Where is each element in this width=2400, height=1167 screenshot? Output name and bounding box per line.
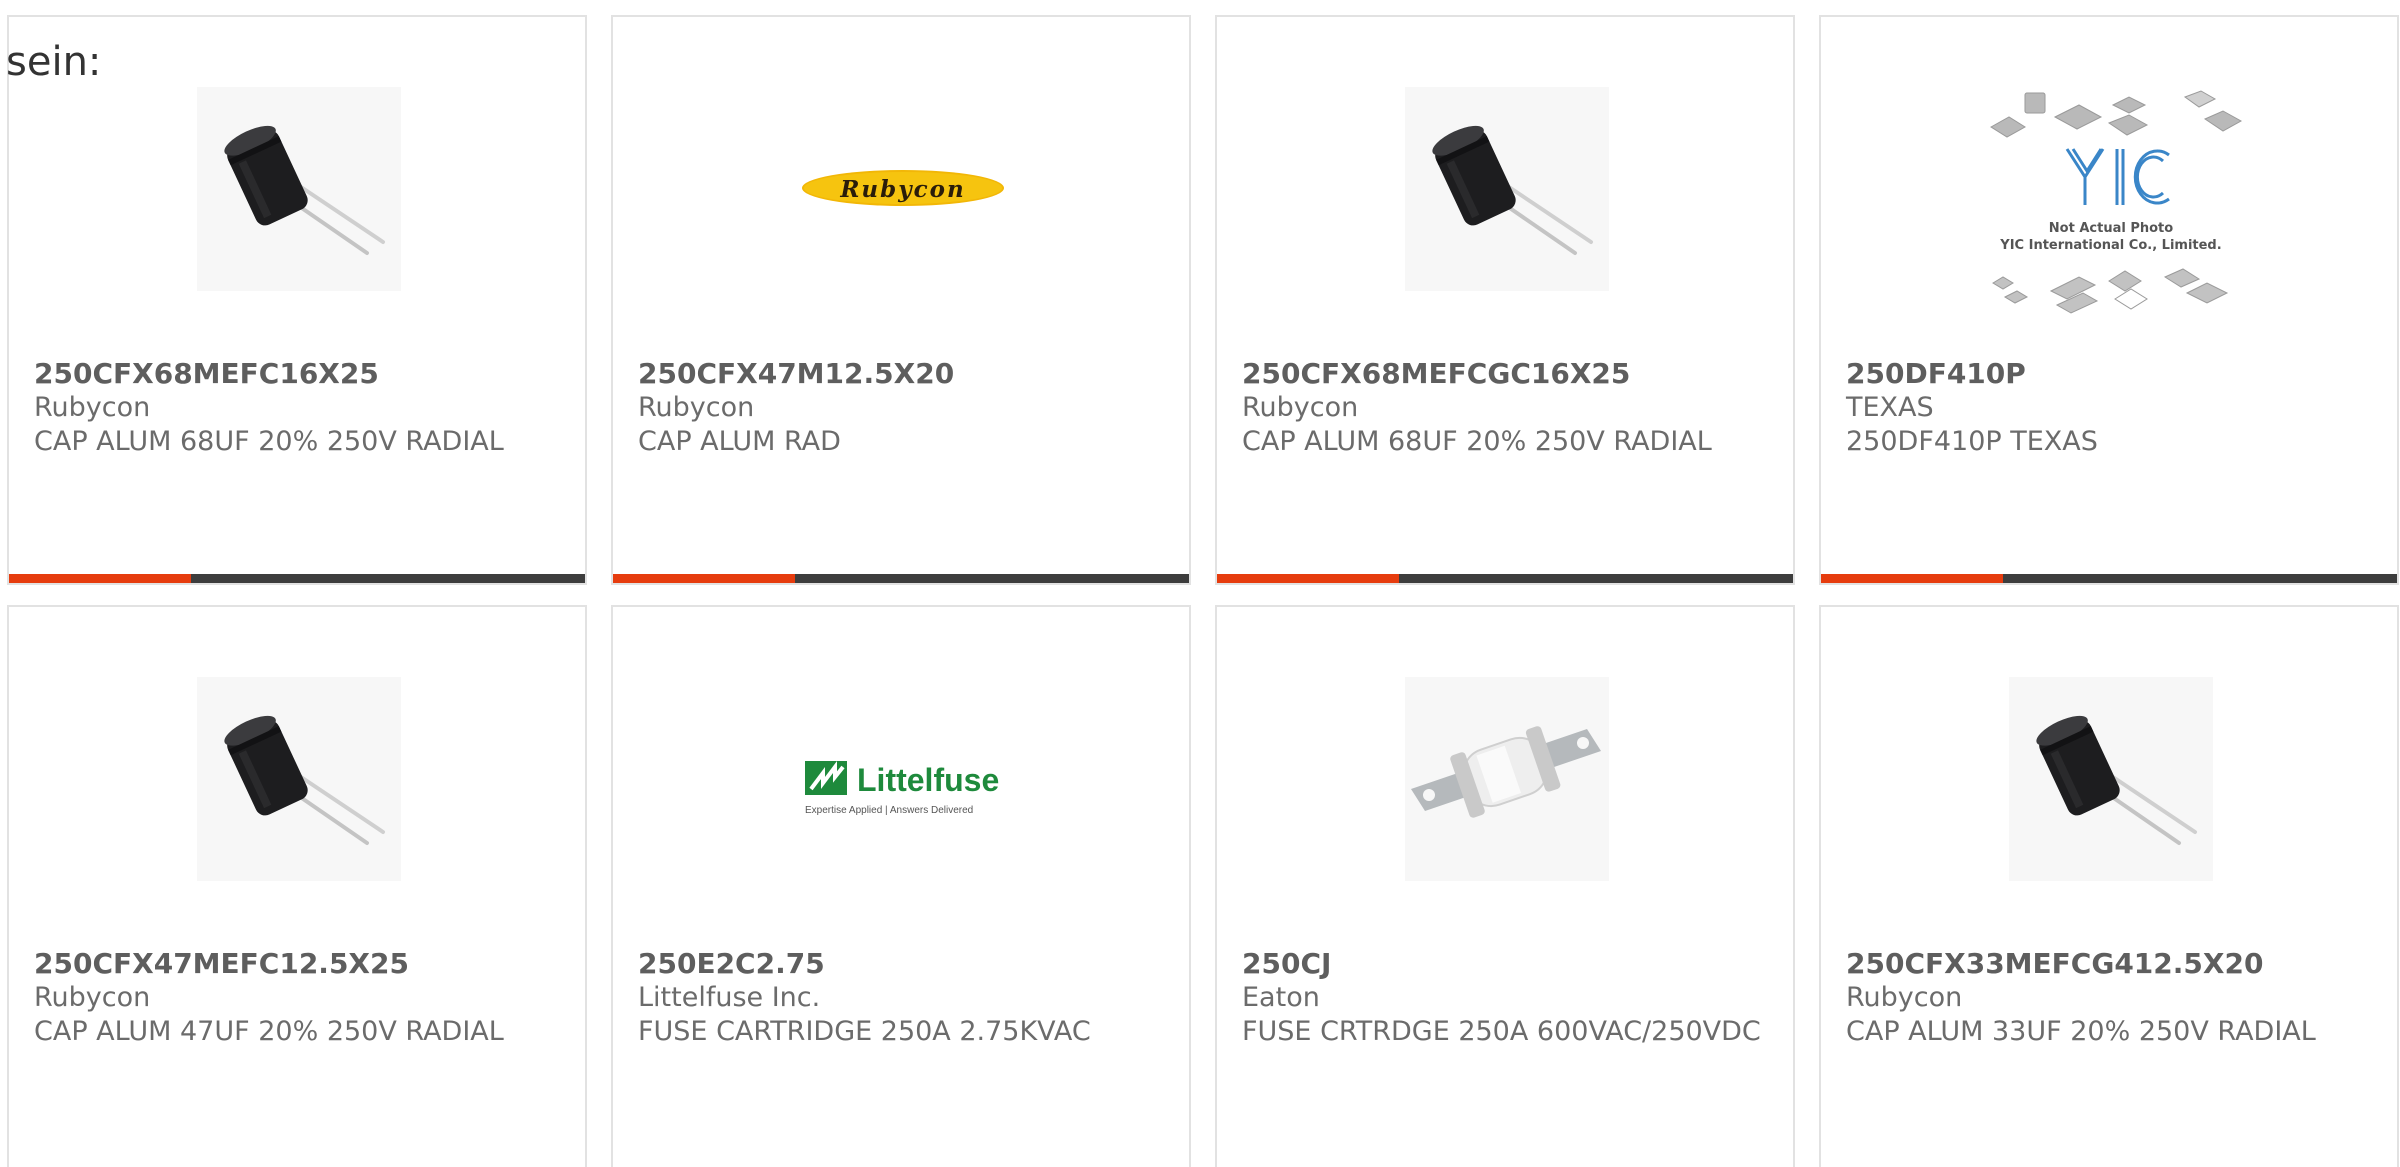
capacitor-image[interactable] [197, 677, 401, 881]
littelfuse-logo-text: Littelfuse [857, 762, 999, 798]
product-info: 250CFX68MEFC16X25 Rubycon CAP ALUM 68UF … [34, 357, 564, 459]
placeholder-caption-2: YIC International Co., Limited. [1999, 238, 2221, 253]
part-number-link[interactable]: 250CFX47M12.5X20 [638, 357, 1168, 391]
littelfuse-tagline: Expertise Applied | Answers Delivered [805, 805, 973, 816]
manufacturer: TEXAS [1846, 392, 1934, 423]
product-card[interactable]: 250CFX68MEFC16X25 Rubycon CAP ALUM 68UF … [7, 15, 587, 585]
intro-text: sein: [6, 39, 102, 85]
card-accent-bar [1217, 574, 1399, 583]
manufacturer: Eaton [1242, 982, 1320, 1013]
manufacturer: Rubycon [638, 392, 755, 423]
manufacturer: Rubycon [34, 982, 151, 1013]
description: CAP ALUM RAD [638, 426, 841, 457]
part-number-link[interactable]: 250DF410P [1846, 357, 2376, 391]
manufacturer: Rubycon [1846, 982, 1963, 1013]
description: CAP ALUM 33UF 20% 250V RADIAL [1846, 1016, 2316, 1047]
card-bottom-bar [1821, 574, 2397, 583]
card-accent-bar [613, 574, 795, 583]
card-accent-bar [1821, 574, 2003, 583]
product-card[interactable]: Littelfuse Expertise Applied | Answers D… [611, 605, 1191, 1167]
product-info: 250CJ Eaton FUSE CRTRDGE 250A 600VAC/250… [1242, 947, 1772, 1049]
product-card[interactable]: Not Actual Photo YIC International Co., … [1819, 15, 2399, 585]
manufacturer: Littelfuse Inc. [638, 982, 821, 1013]
product-grid-page: sein: 250CFX68MEFC16X25 Rubycon CAP ALUM… [0, 0, 2400, 1167]
product-card[interactable]: 250CFX68MEFCGC16X25 Rubycon CAP ALUM 68U… [1215, 15, 1795, 585]
description: FUSE CARTRIDGE 250A 2.75KVAC [638, 1016, 1091, 1047]
description: FUSE CRTRDGE 250A 600VAC/250VDC [1242, 1016, 1761, 1047]
card-bottom-bar [1217, 574, 1793, 583]
part-number-link[interactable]: 250CFX68MEFCGC16X25 [1242, 357, 1772, 391]
manufacturer: Rubycon [1242, 392, 1359, 423]
littelfuse-logo-image[interactable]: Littelfuse Expertise Applied | Answers D… [801, 677, 1005, 881]
product-info: 250CFX47M12.5X20 Rubycon CAP ALUM RAD [638, 357, 1168, 459]
product-card[interactable]: Rubycon 250CFX47M12.5X20 Rubycon CAP ALU… [611, 15, 1191, 585]
product-info: 250DF410P TEXAS 250DF410P TEXAS [1846, 357, 2376, 459]
description: 250DF410P TEXAS [1846, 426, 2098, 457]
description: CAP ALUM 68UF 20% 250V RADIAL [34, 426, 504, 457]
product-info: 250CFX68MEFCGC16X25 Rubycon CAP ALUM 68U… [1242, 357, 1772, 459]
part-number-link[interactable]: 250CJ [1242, 947, 1772, 981]
card-bottom-bar [9, 574, 585, 583]
yic-logo-icon [2065, 148, 2170, 205]
part-number-link[interactable]: 250CFX47MEFC12.5X25 [34, 947, 564, 981]
product-card[interactable]: 250CJ Eaton FUSE CRTRDGE 250A 600VAC/250… [1215, 605, 1795, 1167]
capacitor-image[interactable] [1405, 87, 1609, 291]
description: CAP ALUM 47UF 20% 250V RADIAL [34, 1016, 504, 1047]
part-number-link[interactable]: 250CFX68MEFC16X25 [34, 357, 564, 391]
description: CAP ALUM 68UF 20% 250V RADIAL [1242, 426, 1712, 457]
product-info: 250CFX47MEFC12.5X25 Rubycon CAP ALUM 47U… [34, 947, 564, 1049]
placeholder-caption-1: Not Actual Photo [2049, 221, 2173, 236]
product-info: 250E2C2.75 Littelfuse Inc. FUSE CARTRIDG… [638, 947, 1168, 1049]
product-card[interactable]: 250CFX47MEFC12.5X25 Rubycon CAP ALUM 47U… [7, 605, 587, 1167]
card-bottom-bar [613, 574, 1189, 583]
fuse-image[interactable] [1405, 677, 1609, 881]
yic-placeholder-image[interactable]: Not Actual Photo YIC International Co., … [1979, 87, 2243, 317]
manufacturer: Rubycon [34, 392, 151, 423]
capacitor-image[interactable] [2009, 677, 2213, 881]
part-number-link[interactable]: 250CFX33MEFCG412.5X20 [1846, 947, 2376, 981]
product-info: 250CFX33MEFCG412.5X20 Rubycon CAP ALUM 3… [1846, 947, 2376, 1049]
rubycon-logo-text: Rubycon [839, 176, 965, 203]
card-accent-bar [9, 574, 191, 583]
part-number-link[interactable]: 250E2C2.75 [638, 947, 1168, 981]
capacitor-image[interactable] [197, 87, 401, 291]
rubycon-logo-image[interactable]: Rubycon [801, 87, 1005, 291]
product-card[interactable]: 250CFX33MEFCG412.5X20 Rubycon CAP ALUM 3… [1819, 605, 2399, 1167]
